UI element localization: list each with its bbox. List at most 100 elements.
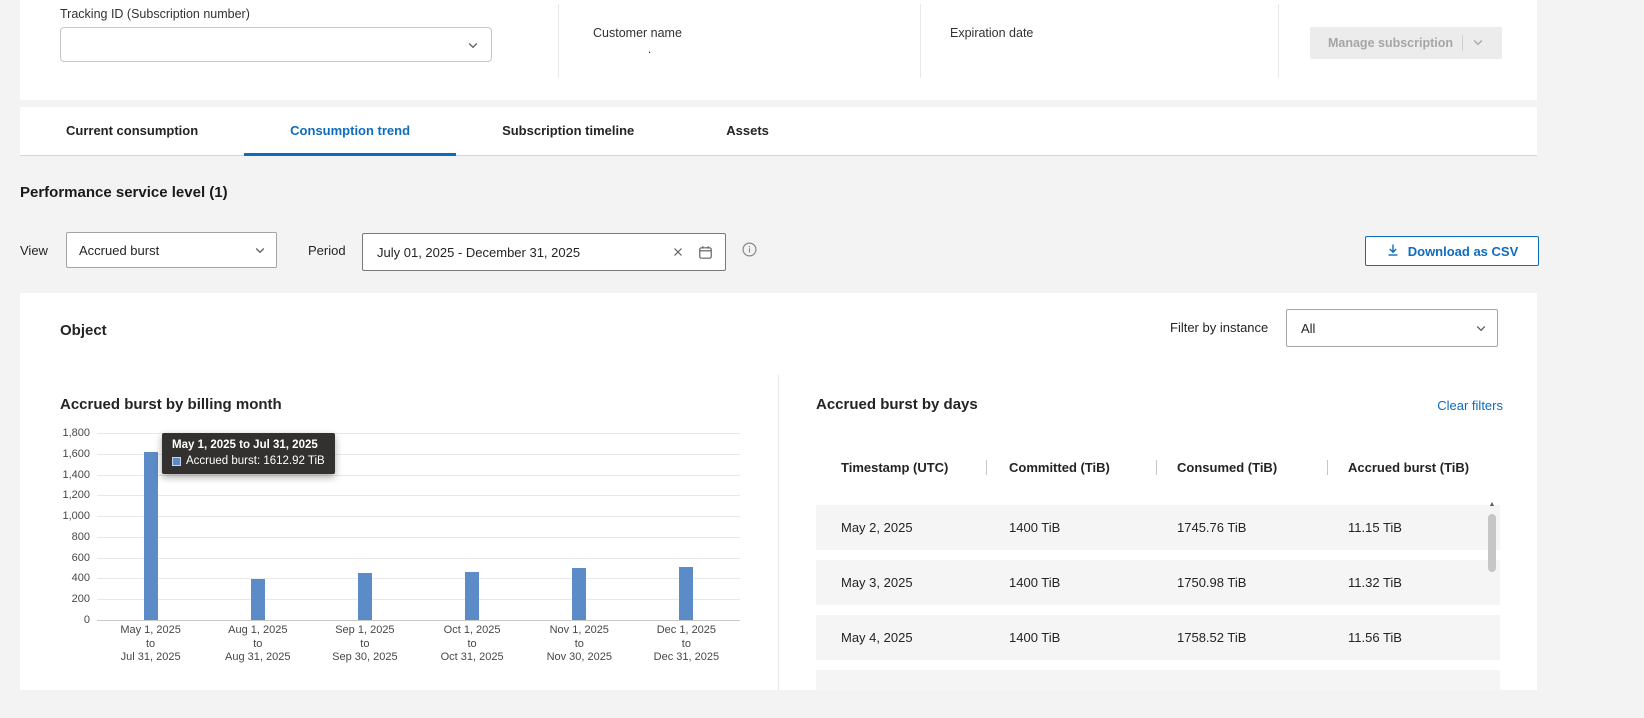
bar[interactable] xyxy=(465,572,479,620)
bar[interactable] xyxy=(144,452,158,620)
y-axis-tick-label: 1,400 xyxy=(40,468,90,482)
table-cell: 11.32 TiB xyxy=(1327,560,1500,605)
table-cell: 1400 TiB xyxy=(986,505,1156,550)
chevron-down-icon xyxy=(1475,322,1487,334)
tab-assets[interactable]: Assets xyxy=(680,107,815,156)
table-cell: 1758.52 TiB xyxy=(1156,615,1327,660)
chevron-down-icon xyxy=(467,39,479,51)
gridline xyxy=(97,495,740,496)
chart-title: Accrued burst by billing month xyxy=(60,396,282,413)
column-header: Consumed (TiB) xyxy=(1156,458,1327,478)
gridline xyxy=(97,475,740,476)
section-title: Performance service level (1) xyxy=(20,184,228,201)
tab-current-consumption[interactable]: Current consumption xyxy=(20,107,244,156)
divider xyxy=(778,375,779,690)
object-card: Object Filter by instance All Accrued bu… xyxy=(20,293,1537,690)
object-title: Object xyxy=(60,322,107,339)
manage-subscription-button[interactable]: Manage subscription xyxy=(1310,27,1502,59)
period-label: Period xyxy=(308,243,346,258)
clear-filters-link[interactable]: Clear filters xyxy=(1437,398,1503,413)
bar[interactable] xyxy=(251,579,265,620)
table-cell: May 3, 2025 xyxy=(816,560,986,605)
tracking-id-dropdown[interactable] xyxy=(60,27,492,62)
instance-filter-label: Filter by instance xyxy=(1170,320,1268,335)
divider xyxy=(1278,4,1279,78)
tooltip-title: May 1, 2025 to Jul 31, 2025 xyxy=(172,439,325,451)
gridline xyxy=(97,578,740,579)
download-csv-label: Download as CSV xyxy=(1408,244,1519,259)
scrollbar-thumb[interactable] xyxy=(1488,514,1496,572)
calendar-icon[interactable] xyxy=(698,245,713,260)
y-axis-tick-label: 1,600 xyxy=(40,447,90,461)
view-dropdown[interactable]: Accrued burst xyxy=(66,232,277,268)
gridline xyxy=(97,599,740,600)
bar[interactable] xyxy=(572,568,586,620)
gridline xyxy=(97,537,740,538)
column-header: Accrued burst (TiB) xyxy=(1327,458,1500,478)
x-axis-tick-label: Sep 1, 2025toSep 30, 2025 xyxy=(311,624,418,665)
tab-consumption-trend[interactable]: Consumption trend xyxy=(244,107,456,156)
chart-tooltip: May 1, 2025 to Jul 31, 2025 Accrued burs… xyxy=(162,433,335,474)
y-axis-tick-label: 600 xyxy=(40,551,90,565)
table-cell: 1400 TiB xyxy=(986,615,1156,660)
bar[interactable] xyxy=(358,573,372,620)
y-axis-tick-label: 200 xyxy=(40,592,90,606)
gridline xyxy=(97,558,740,559)
customer-name-label: Customer name xyxy=(593,26,682,40)
table-row: May 3, 20251400 TiB1750.98 TiB11.32 TiB xyxy=(816,560,1500,605)
column-header: Committed (TiB) xyxy=(986,458,1156,478)
info-icon[interactable] xyxy=(742,242,757,257)
instance-filter-value: All xyxy=(1301,321,1315,336)
y-axis-tick-label: 400 xyxy=(40,571,90,585)
download-icon xyxy=(1386,243,1400,260)
bar[interactable] xyxy=(679,567,693,620)
x-axis-tick-label: May 1, 2025toJul 31, 2025 xyxy=(97,624,204,665)
chevron-down-icon xyxy=(254,244,266,256)
tab-subscription-timeline[interactable]: Subscription timeline xyxy=(456,107,680,156)
y-axis-tick-label: 1,800 xyxy=(40,426,90,440)
period-value: July 01, 2025 - December 31, 2025 xyxy=(377,245,658,260)
table-title: Accrued burst by days xyxy=(816,396,978,413)
customer-name-value: . xyxy=(593,42,706,56)
table-cell: May 2, 2025 xyxy=(816,505,986,550)
tracking-id-label: Tracking ID (Subscription number) xyxy=(60,7,250,21)
subscription-header-card: Tracking ID (Subscription number) Custom… xyxy=(20,0,1537,100)
y-axis-tick-label: 1,200 xyxy=(40,488,90,502)
instance-filter-dropdown[interactable]: All xyxy=(1286,309,1498,347)
scroll-up-icon[interactable]: ▲ xyxy=(1487,500,1497,510)
table-row-partial xyxy=(816,670,1500,690)
y-axis-tick-label: 800 xyxy=(40,530,90,544)
page: Tracking ID (Subscription number) Custom… xyxy=(0,0,1644,718)
table-body: May 2, 20251400 TiB1745.76 TiB11.15 TiBM… xyxy=(816,505,1500,690)
chevron-down-icon xyxy=(1472,36,1484,51)
download-csv-button[interactable]: Download as CSV xyxy=(1365,236,1539,266)
divider xyxy=(1462,35,1463,51)
table-cell: 11.56 TiB xyxy=(1327,615,1500,660)
period-input[interactable]: July 01, 2025 - December 31, 2025 xyxy=(362,233,726,271)
divider xyxy=(920,4,921,78)
x-axis-tick-label: Oct 1, 2025toOct 31, 2025 xyxy=(419,624,526,665)
x-axis-tick-label: Aug 1, 2025toAug 31, 2025 xyxy=(204,624,311,665)
table-scrollbar[interactable]: ▲ xyxy=(1487,500,1497,683)
table-row: May 4, 20251400 TiB1758.52 TiB11.56 TiB xyxy=(816,615,1500,660)
x-axis-tick-label: Nov 1, 2025toNov 30, 2025 xyxy=(526,624,633,665)
table-cell: 1745.76 TiB xyxy=(1156,505,1327,550)
manage-subscription-label: Manage subscription xyxy=(1328,36,1453,50)
clear-icon[interactable] xyxy=(672,246,684,258)
y-axis-tick-label: 0 xyxy=(40,613,90,627)
table-header: Timestamp (UTC)Committed (TiB)Consumed (… xyxy=(816,458,1500,478)
view-label: View xyxy=(20,243,48,258)
divider xyxy=(558,4,559,78)
column-header: Timestamp (UTC) xyxy=(816,458,986,478)
y-axis-tick-label: 1,000 xyxy=(40,509,90,523)
expiration-date-label: Expiration date xyxy=(950,26,1033,40)
gridline xyxy=(97,516,740,517)
view-value: Accrued burst xyxy=(79,243,159,258)
table-cell: 1400 TiB xyxy=(986,560,1156,605)
series-swatch-icon xyxy=(172,457,181,466)
tab-bar: Current consumption Consumption trend Su… xyxy=(20,107,1537,156)
table-row: May 2, 20251400 TiB1745.76 TiB11.15 TiB xyxy=(816,505,1500,550)
bar-chart: May 1, 2025 to Jul 31, 2025 Accrued burs… xyxy=(40,425,770,687)
table-cell: May 4, 2025 xyxy=(816,615,986,660)
table-cell: 1750.98 TiB xyxy=(1156,560,1327,605)
